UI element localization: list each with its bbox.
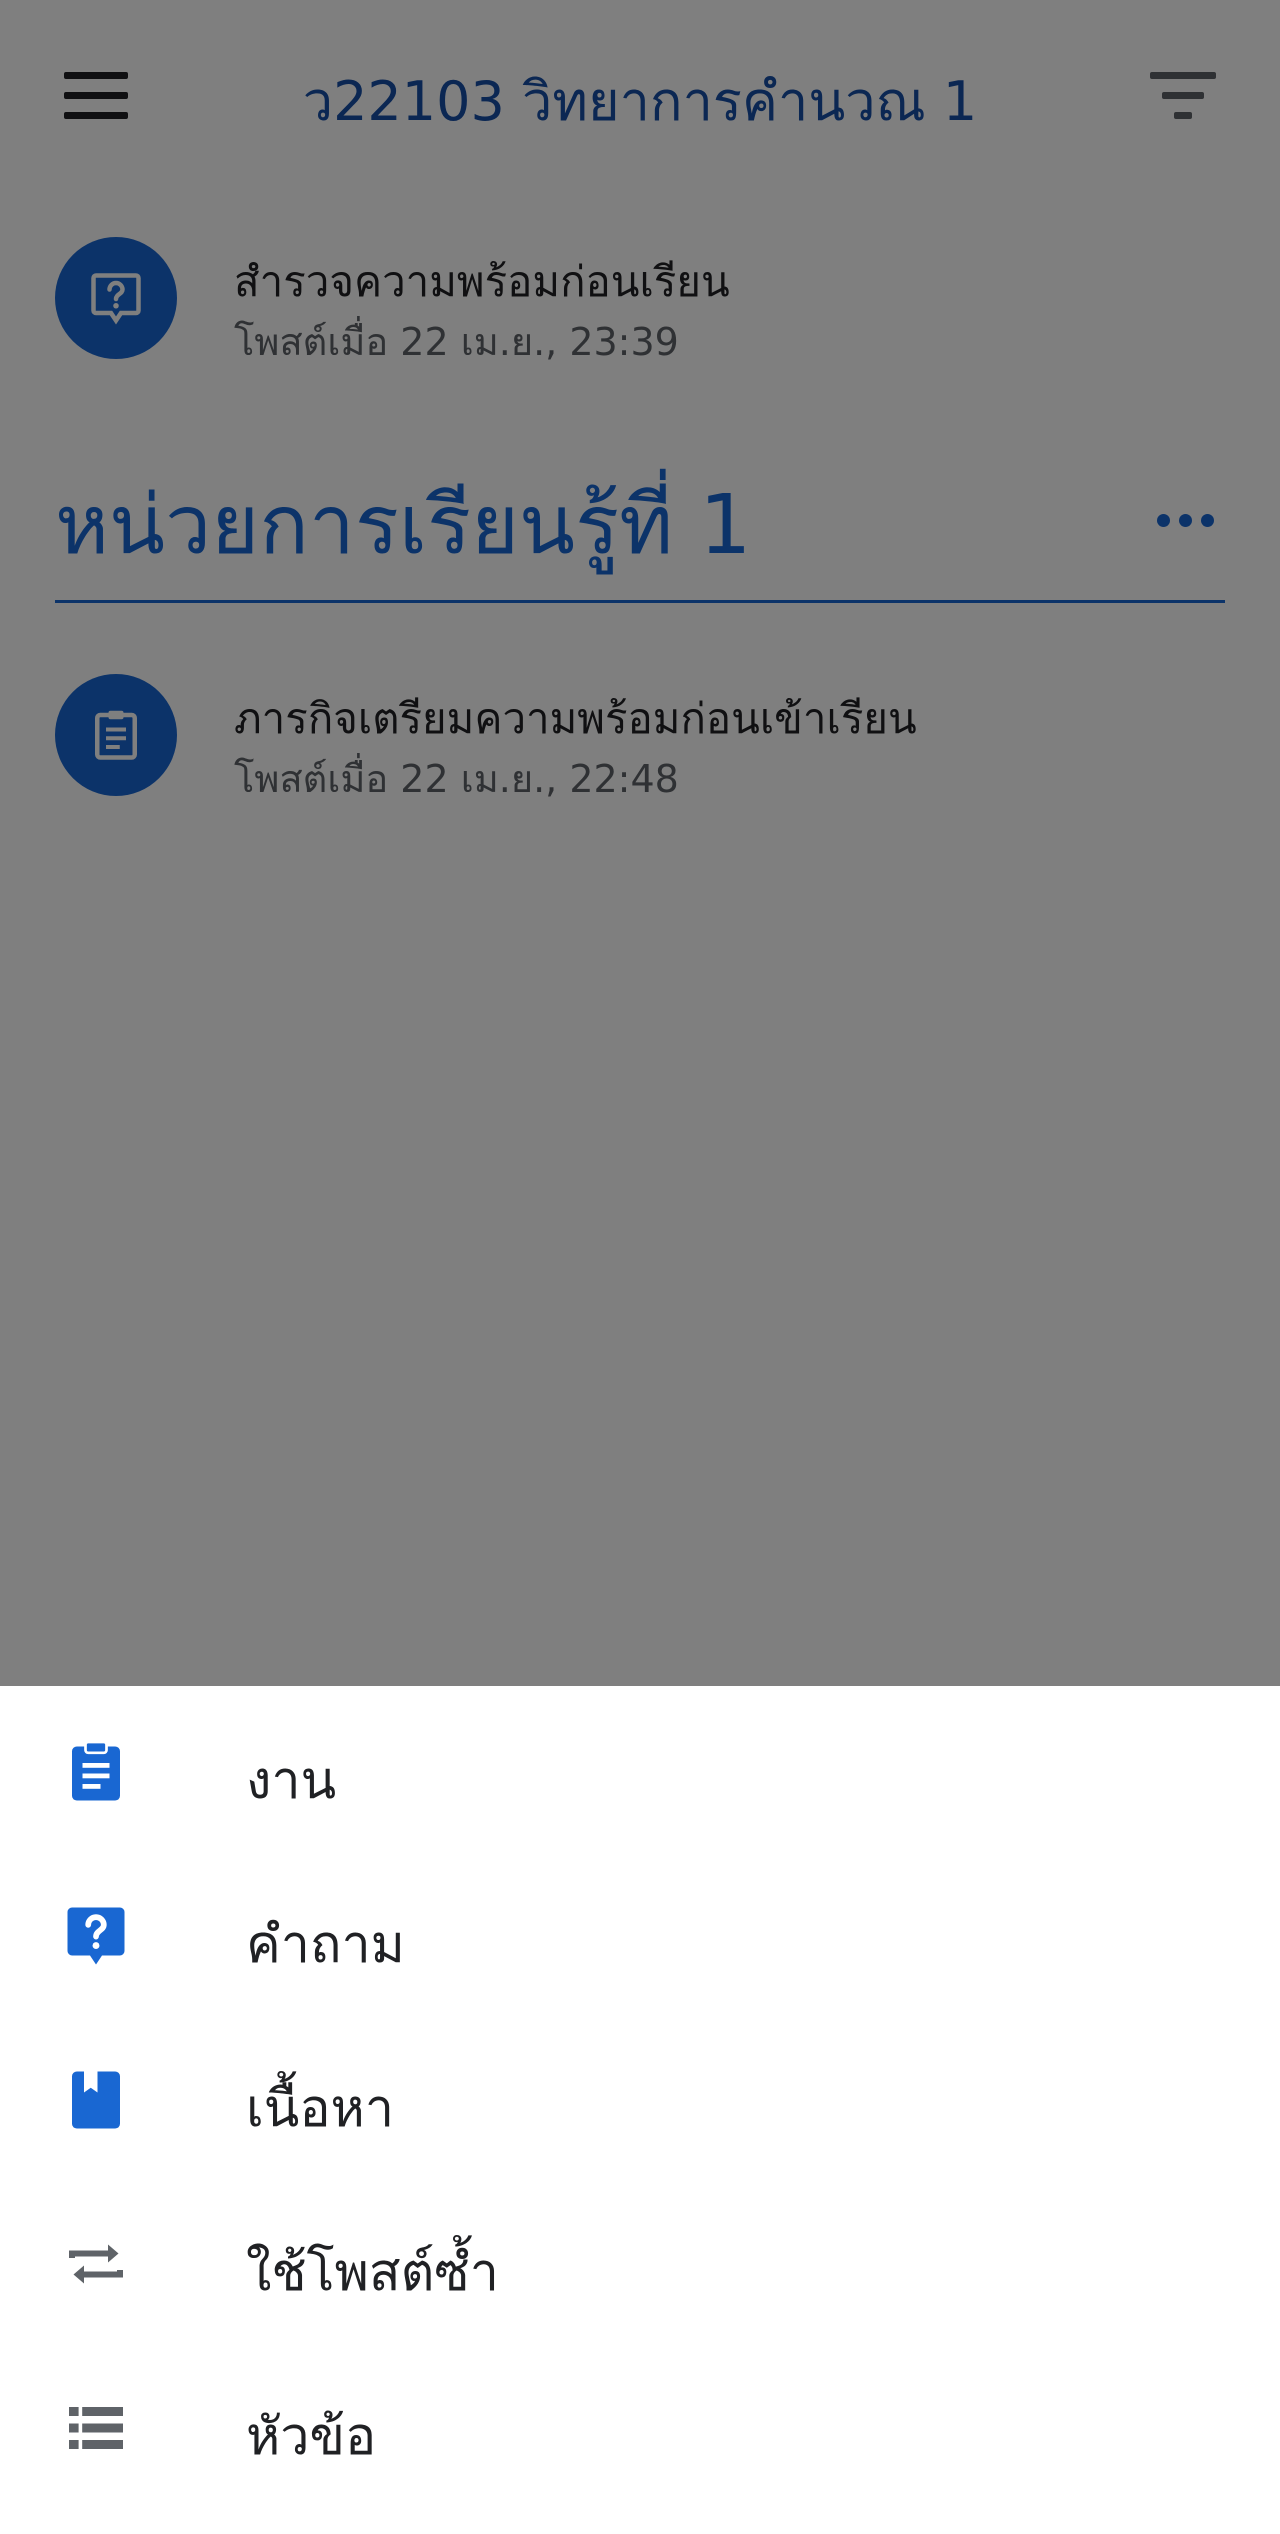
create-bottom-sheet: งาน คำถาม เนื้อหา ใช้โพสต์ซ้ำ หัวข้อ (0, 1686, 1280, 2534)
create-topic-item[interactable]: หัวข้อ (0, 2342, 1280, 2506)
create-material-label: เนื้อหา (246, 2079, 395, 2139)
create-question-item[interactable]: คำถาม (0, 1850, 1280, 2014)
question-icon (60, 1900, 132, 1972)
assignment-icon (60, 1736, 132, 1808)
create-assignment-item[interactable]: งาน (0, 1686, 1280, 1850)
create-question-label: คำถาม (246, 1915, 405, 1975)
material-icon (60, 2064, 132, 2136)
topic-icon (60, 2392, 132, 2464)
reuse-post-label: ใช้โพสต์ซ้ำ (246, 2243, 499, 2303)
create-assignment-label: งาน (246, 1751, 337, 1811)
create-material-item[interactable]: เนื้อหา (0, 2014, 1280, 2178)
create-topic-label: หัวข้อ (246, 2407, 377, 2467)
reuse-post-item[interactable]: ใช้โพสต์ซ้ำ (0, 2178, 1280, 2342)
reuse-post-icon (60, 2228, 132, 2300)
